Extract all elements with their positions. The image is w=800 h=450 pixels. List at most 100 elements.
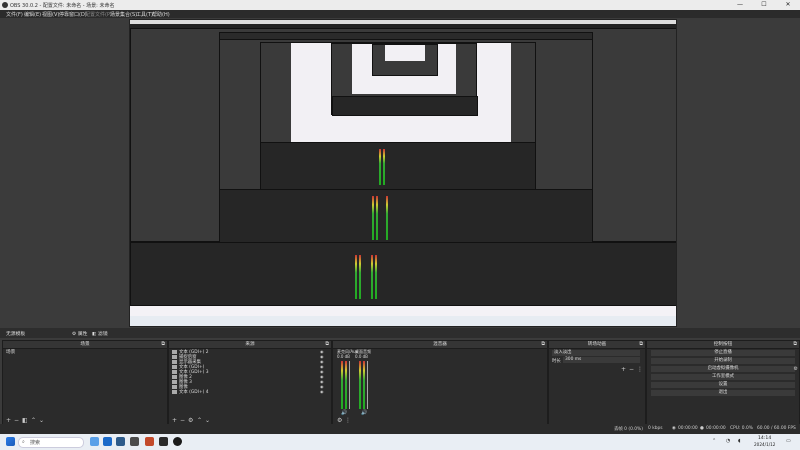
popout-icon[interactable]: ⧉ bbox=[325, 341, 329, 348]
visibility-lock-column: ◉ ◉ ◉ ◉ ◉ ◉ ◉ ◉ ◉ bbox=[320, 349, 328, 395]
exit-button[interactable]: 退出 bbox=[651, 390, 795, 396]
scenes-dock-title: 场景 bbox=[80, 342, 90, 347]
notification-icon[interactable]: ▭ bbox=[786, 438, 791, 444]
maximize-button[interactable]: ☐ bbox=[752, 0, 776, 10]
sources-dock: 来源 ⧉ 文本 (GDI+) 2 捕捉后窗 显示器采集 文本 (GDI+) 文本 … bbox=[168, 340, 332, 426]
clock-time[interactable]: 14:14 bbox=[758, 436, 771, 441]
menu-edit[interactable]: 编辑(E) bbox=[24, 11, 41, 18]
menu-help[interactable]: 帮助(H) bbox=[152, 11, 170, 18]
remove-icon[interactable]: − bbox=[629, 366, 634, 373]
studio-mode-button[interactable]: 工作室模式 bbox=[651, 374, 795, 380]
popout-icon[interactable]: ⧉ bbox=[541, 341, 545, 348]
stop-streaming-button[interactable]: 停止直播 bbox=[651, 350, 795, 356]
close-button[interactable]: ✕ bbox=[776, 0, 800, 10]
source-item[interactable]: 文本 (GDI+) 4 bbox=[172, 389, 209, 395]
nested-canvas-4 bbox=[352, 44, 456, 94]
title-bar: OBS 30.0.2 - 配置文件: 未命名 - 场景: 未命名 — ☐ ✕ bbox=[0, 0, 800, 10]
nested-preview bbox=[130, 28, 676, 246]
clock-date[interactable]: 2024/1/12 bbox=[754, 442, 775, 447]
menu-scene-collection[interactable]: 场景集合(S) bbox=[110, 11, 137, 18]
controls-dock-header: 控制按钮 ⧉ bbox=[647, 341, 799, 349]
tray-chevron-icon[interactable]: ⌃ bbox=[712, 438, 716, 444]
status-bar: 丢帧 0 (0.0%) 0 kbps ◉ 00:00:00 ● 00:00:00… bbox=[0, 424, 800, 434]
menu-tools[interactable]: 工具(T) bbox=[136, 11, 153, 18]
gear-icon[interactable]: ⚙ bbox=[794, 366, 798, 372]
volume-meter bbox=[345, 361, 347, 409]
scene-bar: 无源模板 ⚙ 属性 ◧ 滤镜 bbox=[0, 328, 800, 338]
fps: 60.00 / 60.00 FPS bbox=[757, 426, 796, 431]
minimize-button[interactable]: — bbox=[728, 0, 752, 10]
app-icon[interactable] bbox=[130, 437, 139, 446]
source-type-icon bbox=[172, 379, 177, 384]
volume-slider[interactable] bbox=[349, 361, 350, 409]
edge-browser-icon[interactable] bbox=[90, 437, 99, 446]
nested-canvas-2 bbox=[260, 42, 536, 192]
preview-canvas[interactable] bbox=[130, 20, 676, 326]
controls-dock: 控制按钮 ⧉ 停止直播 开始录制 启动虚拟摄像机 ⚙ 工作室模式 设置 退出 bbox=[646, 340, 800, 426]
obs-taskbar-icon[interactable] bbox=[173, 437, 182, 446]
menu-view[interactable]: 视图(V) bbox=[42, 11, 59, 18]
mute-icon[interactable]: 🔊 bbox=[341, 410, 347, 416]
menu-profile[interactable]: 配置文件(P) bbox=[85, 11, 112, 18]
start-virtual-camera-button[interactable]: 启动虚拟摄像机 bbox=[651, 366, 795, 372]
source-type-icon bbox=[172, 389, 177, 394]
transitions-dock-header: 转场动画 ⧉ bbox=[549, 341, 645, 349]
sources-dock-header: 来源 ⧉ bbox=[169, 341, 331, 349]
transition-type-select[interactable]: 淡入淡出 bbox=[552, 350, 640, 356]
taskbar: ⌕ 搜索 ⌃ ◔ ◖ 14:14 2024/1/12 ▭ bbox=[0, 434, 800, 450]
volume-slider[interactable] bbox=[367, 361, 368, 409]
cpu-usage: CPU: 0.0% bbox=[730, 426, 753, 431]
volume-meter bbox=[359, 361, 361, 409]
settings-button[interactable]: 设置 bbox=[651, 382, 795, 388]
start-recording-button[interactable]: 开始录制 bbox=[651, 358, 795, 364]
popout-icon[interactable]: ⧉ bbox=[161, 341, 165, 348]
volume-icon[interactable]: ◖ bbox=[738, 438, 741, 444]
taskbar-search[interactable]: ⌕ 搜索 bbox=[18, 437, 84, 448]
search-placeholder: 搜索 bbox=[30, 440, 41, 446]
steam-icon[interactable] bbox=[103, 437, 112, 446]
scenes-dock: 场景 ⧉ 场景 + − ◧ ⌃ ⌄ bbox=[2, 340, 168, 426]
source-type-icon bbox=[172, 359, 177, 364]
app-icon[interactable] bbox=[159, 437, 168, 446]
more-icon[interactable]: ⋮ bbox=[637, 366, 643, 373]
mixer-db-value: 0.0 dB bbox=[337, 354, 350, 359]
nested-docks-4 bbox=[332, 96, 478, 116]
window-title: OBS 30.0.2 - 配置文件: 未命名 - 场景: 未命名 bbox=[10, 3, 115, 9]
properties-button[interactable]: ⚙ 属性 bbox=[72, 330, 87, 337]
filters-button[interactable]: ◧ 滤镜 bbox=[92, 330, 108, 337]
live-icon: ◉ bbox=[672, 426, 676, 431]
menu-docks[interactable]: 停靠窗口(D) bbox=[59, 11, 87, 18]
nested-preview-3 bbox=[260, 42, 536, 144]
add-icon[interactable]: + bbox=[621, 366, 626, 373]
mixer-dock: 混音器 ⧉ 麦克风/Aux 桌面音频 0.0 dB 0.0 dB 🔊 🔊 ⚙ ⋮ bbox=[332, 340, 548, 426]
nested-preview-5 bbox=[372, 44, 438, 76]
mixer-db-value: 0.0 dB bbox=[355, 354, 368, 359]
menu-file[interactable]: 文件(F) bbox=[6, 11, 23, 18]
nested-canvas-3 bbox=[291, 43, 511, 143]
transitions-dock: 转场动画 ⧉ 淡入淡出 时长 300 ms + − ⋮ bbox=[548, 340, 646, 426]
controls-dock-title: 控制按钮 bbox=[713, 342, 733, 347]
dropped-frames: 丢帧 0 (0.0%) bbox=[614, 427, 643, 432]
scene-item[interactable]: 场景 bbox=[6, 349, 15, 355]
duration-label: 时长 bbox=[552, 359, 561, 364]
app-icon[interactable] bbox=[145, 437, 154, 446]
volume-meter bbox=[363, 361, 365, 409]
app-icon[interactable] bbox=[116, 437, 125, 446]
transitions-dock-title: 转场动画 bbox=[587, 342, 607, 347]
wifi-icon[interactable]: ◔ bbox=[726, 438, 730, 444]
nested-taskbar bbox=[130, 316, 676, 326]
nested-preview-4 bbox=[331, 43, 478, 116]
popout-icon[interactable]: ⧉ bbox=[793, 341, 797, 348]
source-type-icon bbox=[172, 349, 177, 354]
windows-start-icon[interactable] bbox=[6, 437, 15, 446]
duration-value: 300 ms bbox=[565, 357, 582, 362]
scenes-dock-header: 场景 ⧉ bbox=[3, 341, 167, 349]
duration-input[interactable]: 300 ms bbox=[563, 357, 640, 363]
mixer-dock-title: 混音器 bbox=[433, 342, 447, 347]
mixer-dock-header: 混音器 ⧉ bbox=[333, 341, 547, 349]
nested-docks bbox=[130, 242, 676, 306]
eye-icon[interactable]: ◉ bbox=[320, 389, 328, 394]
rec-time: 00:00:00 bbox=[706, 426, 726, 431]
popout-icon[interactable]: ⧉ bbox=[639, 341, 643, 348]
mute-icon[interactable]: 🔊 bbox=[361, 410, 367, 416]
